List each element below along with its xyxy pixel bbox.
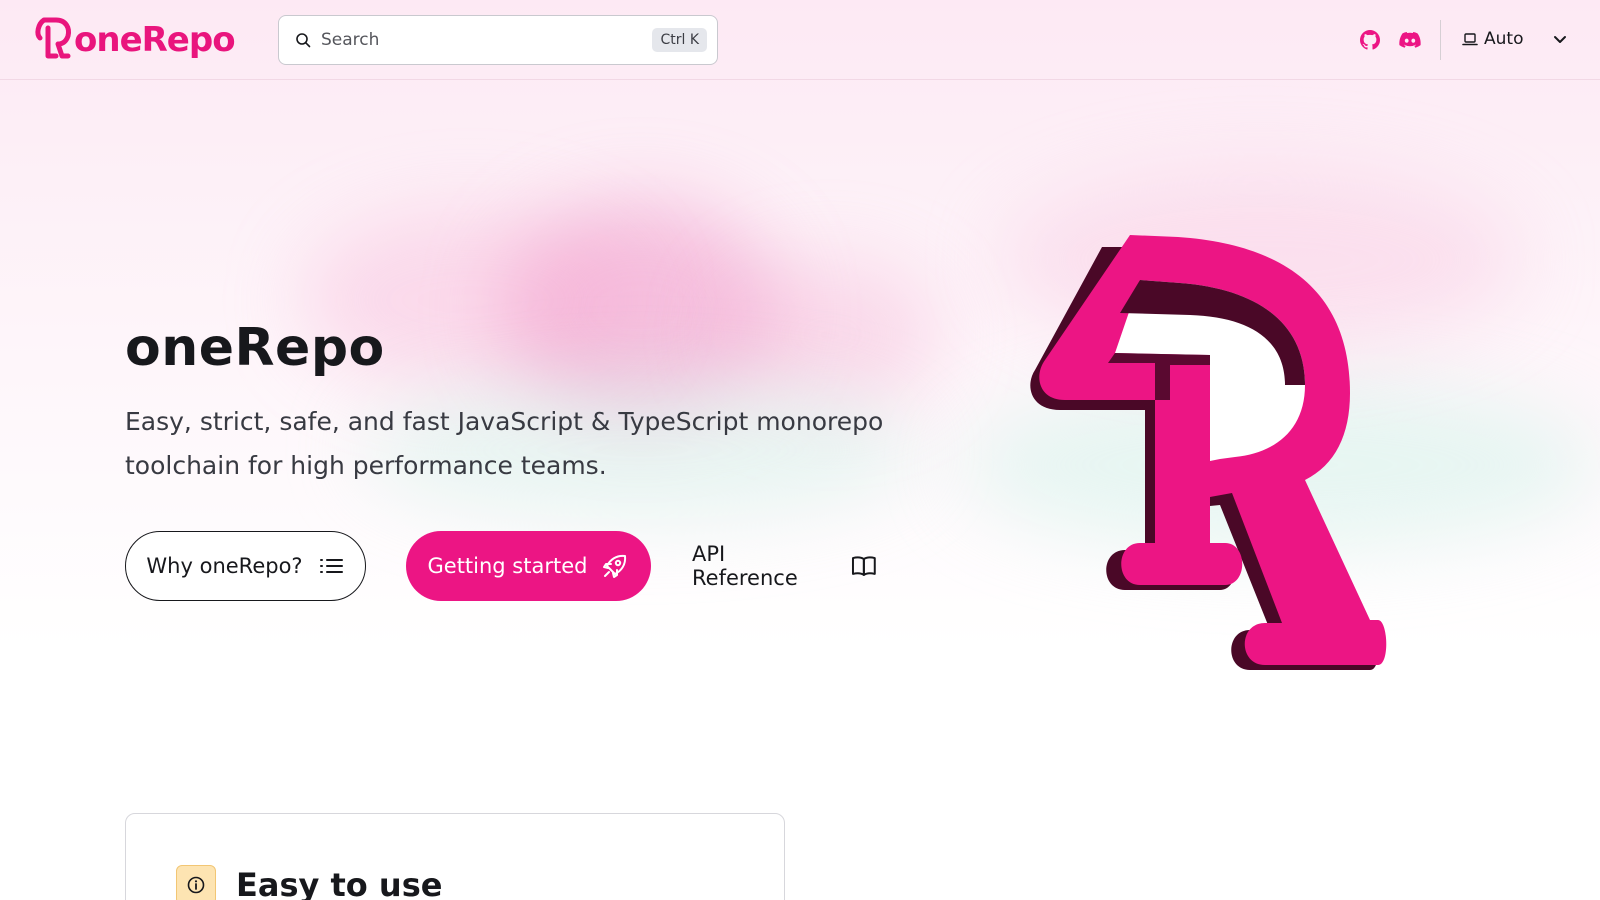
feature-card-title: Easy to use: [236, 866, 443, 900]
getting-started-button[interactable]: Getting started: [406, 531, 651, 601]
chevron-down-icon: [1554, 36, 1567, 43]
logo-icon: [35, 17, 71, 59]
theme-select-value: Auto: [1484, 29, 1524, 49]
logo-text: oneRepo: [74, 20, 236, 60]
feature-card: Easy to use: [125, 813, 785, 900]
search-input[interactable]: Search Ctrl K: [278, 15, 718, 65]
why-onerepo-button[interactable]: Why oneRepo?: [125, 531, 366, 601]
why-onerepo-label: Why oneRepo?: [146, 554, 303, 578]
rocket-icon: [603, 554, 627, 578]
book-icon: [852, 556, 877, 576]
onerepo-3d-logo: [1030, 235, 1387, 670]
theme-select[interactable]: Auto: [1462, 24, 1569, 54]
api-reference-label: API Reference: [692, 542, 798, 590]
header-divider: [1440, 20, 1441, 60]
hero-section: oneRepo Easy, strict, safe, and fast Jav…: [0, 0, 1600, 900]
discord-icon[interactable]: [1398, 28, 1422, 52]
logo-link[interactable]: oneRepo: [34, 16, 236, 64]
hero-tagline: Easy, strict, safe, and fast JavaScript …: [125, 407, 884, 480]
site-header: oneRepo Search Ctrl K Auto: [0, 0, 1600, 80]
github-icon[interactable]: [1358, 28, 1382, 52]
info-icon-badge: [176, 865, 216, 900]
hero-title: oneRepo: [125, 318, 385, 378]
search-icon: [296, 33, 311, 48]
list-icon: [319, 559, 343, 573]
search-placeholder: Search: [321, 30, 380, 50]
laptop-icon: [1462, 33, 1478, 46]
getting-started-label: Getting started: [427, 554, 588, 578]
search-shortcut-badge: Ctrl K: [652, 28, 707, 52]
api-reference-button[interactable]: API Reference: [692, 531, 878, 601]
info-icon: [187, 876, 205, 894]
